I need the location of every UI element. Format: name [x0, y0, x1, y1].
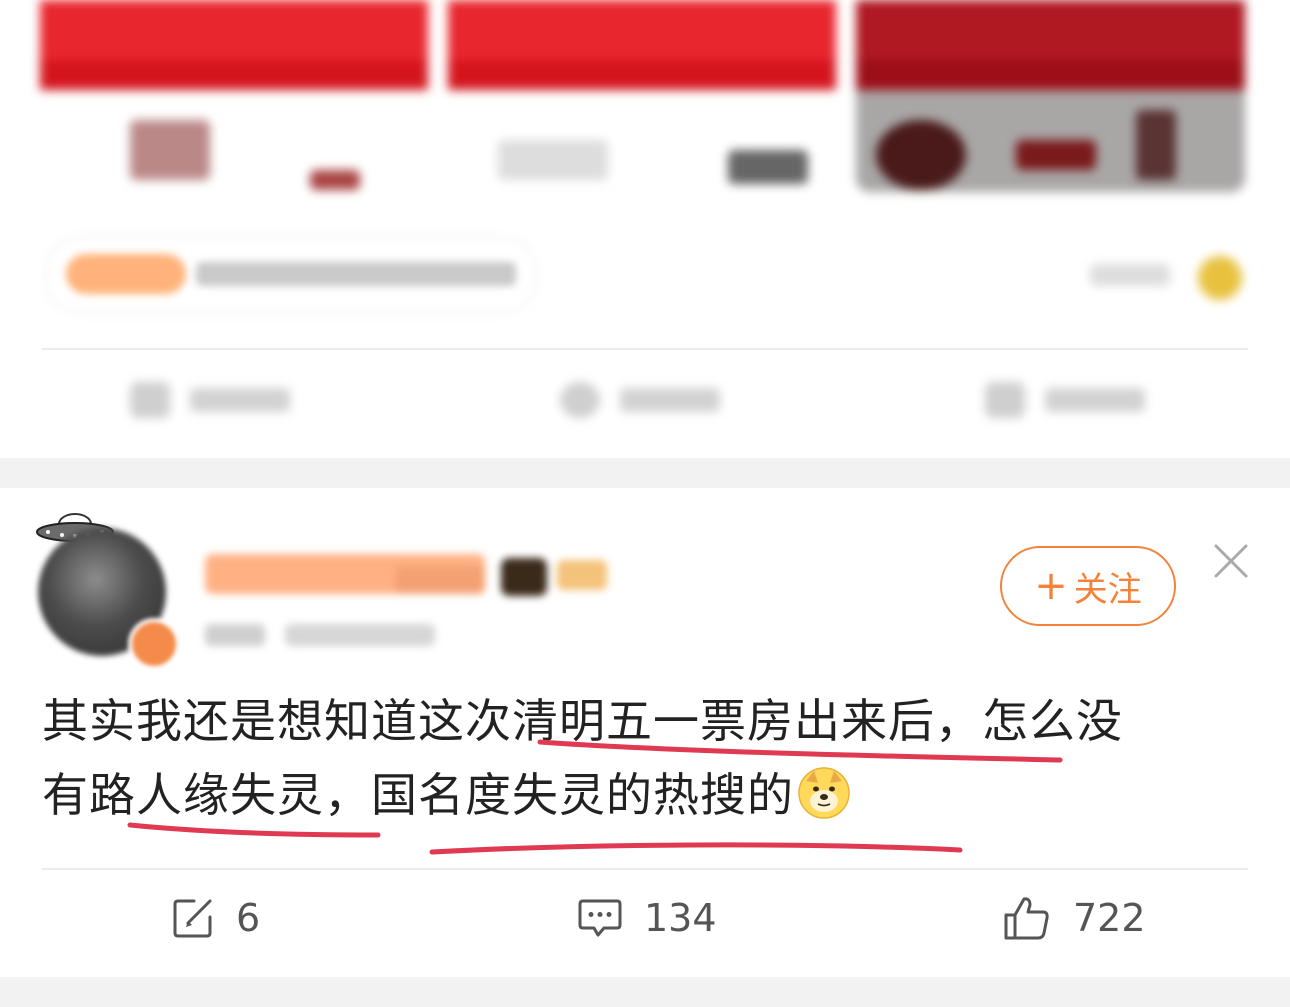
post-card: + 关注 其实我还是想知道这次清明五一票房出来后，怎么没 有路人缘失灵，国名度失… — [0, 488, 1290, 977]
feed-separator — [0, 977, 1290, 1007]
like-count: 722 — [1073, 896, 1146, 940]
post-image-3[interactable] — [856, 0, 1245, 192]
highlight-underline-2 — [127, 822, 381, 838]
post-image-2[interactable] — [448, 0, 836, 192]
repost-count: 6 — [236, 896, 261, 940]
post-meta — [205, 618, 445, 654]
highlight-underline-3 — [429, 842, 963, 855]
post-image-strip — [40, 0, 1245, 195]
repost-button[interactable]: 6 — [172, 888, 260, 948]
close-icon[interactable] — [1210, 540, 1252, 582]
like-button[interactable] — [985, 382, 1155, 418]
doge-emoji-icon — [798, 767, 850, 819]
username[interactable] — [205, 546, 615, 602]
verified-badge-icon — [128, 618, 180, 670]
post-image-1[interactable] — [40, 0, 428, 192]
repost-button[interactable] — [130, 382, 300, 418]
comment-button[interactable] — [560, 382, 730, 418]
feed-separator — [0, 458, 1290, 488]
previous-post — [0, 0, 1290, 458]
comment-bubble-icon — [578, 899, 622, 937]
divider — [42, 868, 1248, 870]
location-badge — [1090, 256, 1250, 300]
previous-post-actions — [90, 360, 1210, 440]
topic-tag-pill[interactable] — [44, 236, 538, 314]
comment-count: 134 — [644, 896, 717, 940]
highlight-fame: 国名度失灵的热搜的 — [371, 768, 794, 822]
follow-label: 关注 — [1073, 569, 1142, 610]
plus-icon: + — [1034, 563, 1068, 609]
thumbs-up-icon — [1004, 897, 1049, 940]
weibo-feed: + 关注 其实我还是想知道这次清明五一票房出来后，怎么没 有路人缘失灵，国名度失… — [0, 0, 1290, 1007]
divider — [42, 348, 1248, 350]
comment-button[interactable]: 134 — [578, 888, 717, 948]
repost-edit-icon — [173, 899, 212, 938]
highlight-underline-1 — [537, 739, 1063, 763]
like-button[interactable]: 722 — [1003, 888, 1146, 948]
follow-button[interactable]: + 关注 — [1000, 546, 1176, 626]
